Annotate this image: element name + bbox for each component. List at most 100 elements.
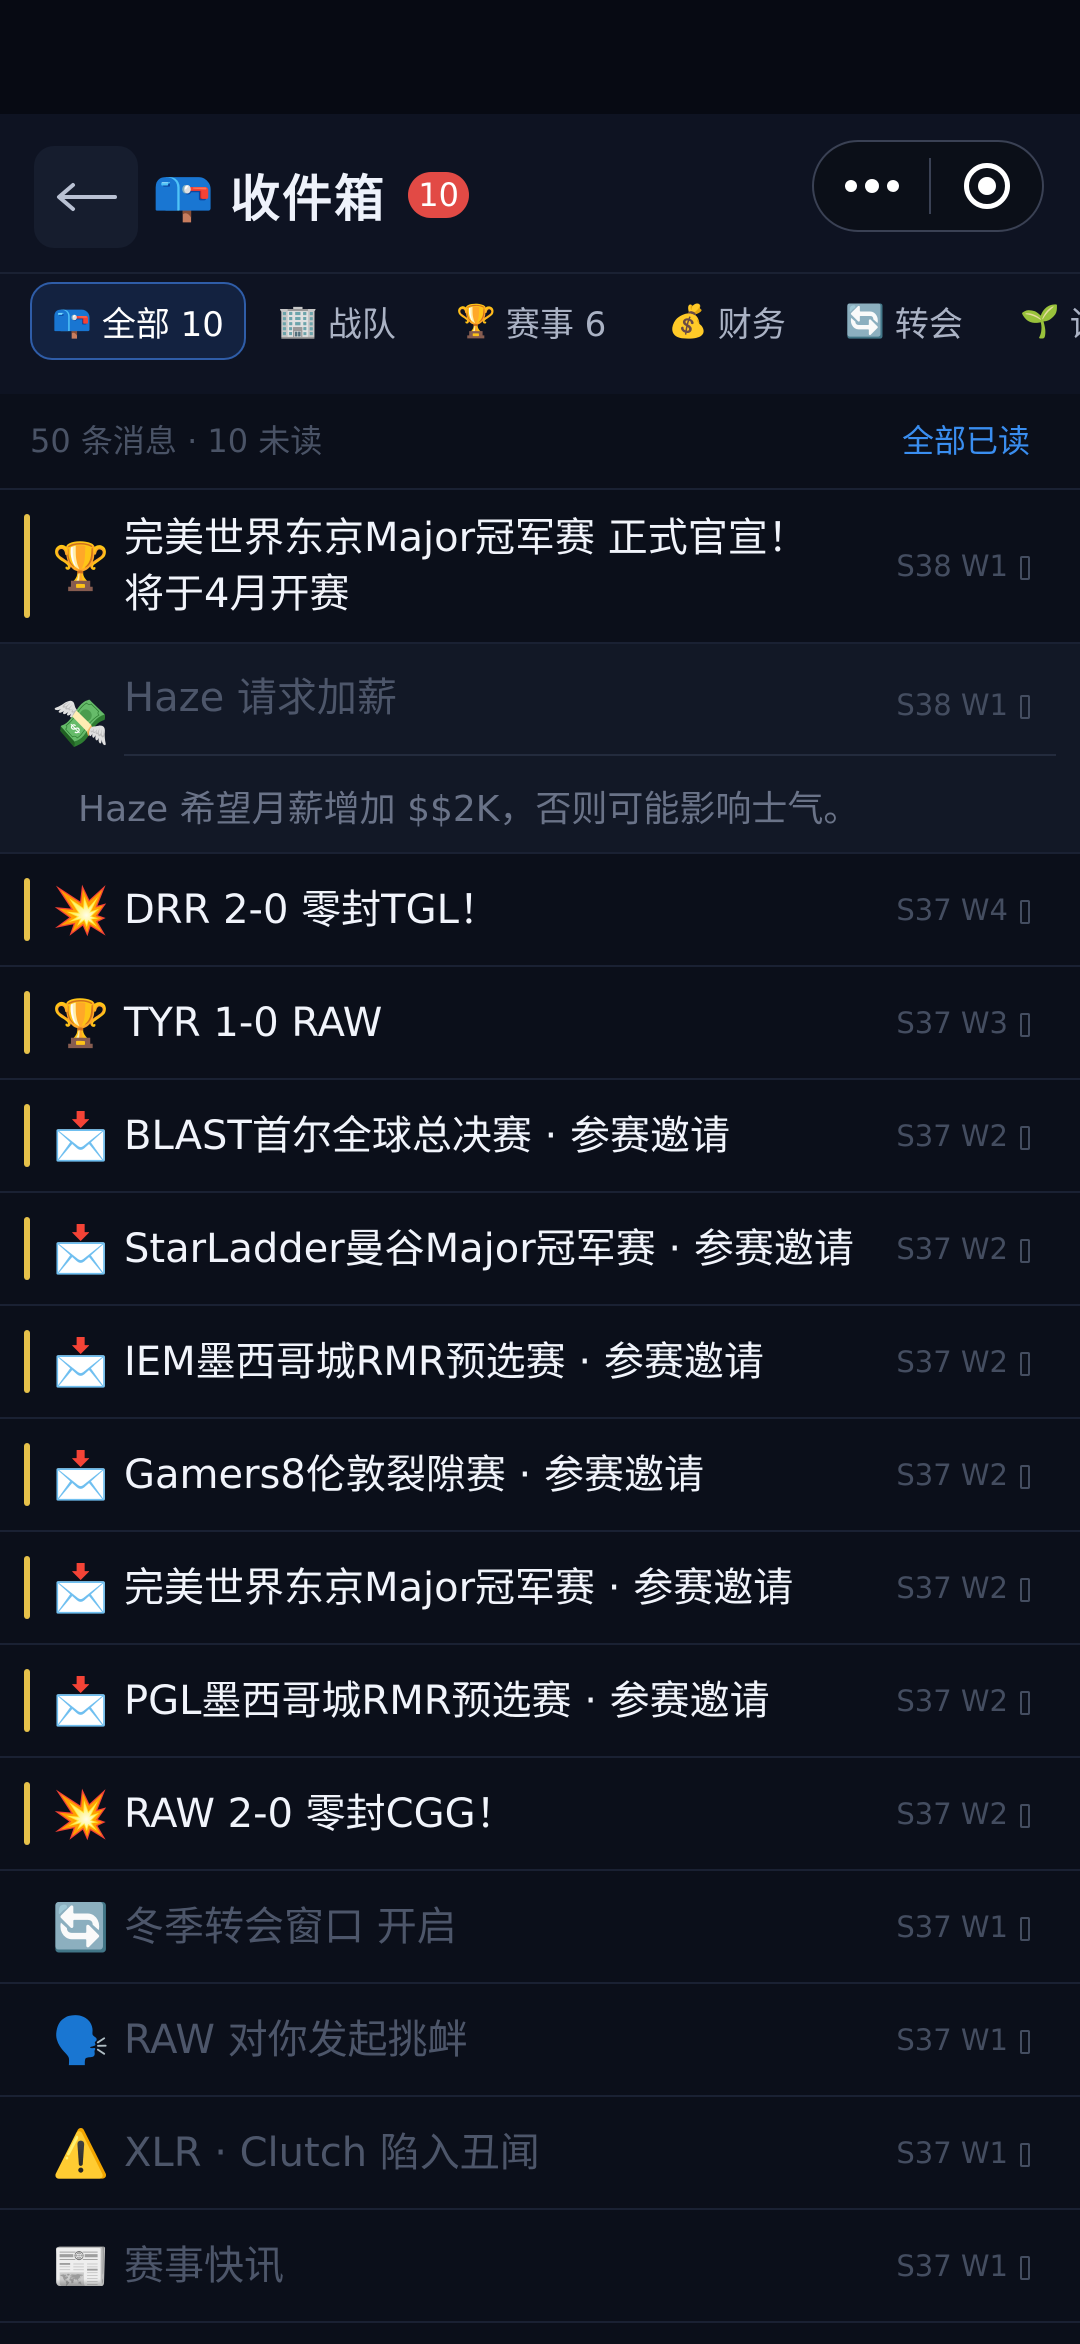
unread-indicator (24, 878, 30, 941)
message-time: S38 W1 (896, 549, 1030, 583)
money-wings-icon: 💸 (52, 696, 110, 750)
message-row[interactable]: 📩 IEM墨西哥城RMR预选赛 · 参赛邀请 S37 W2 (0, 1306, 1080, 1419)
message-title: Gamers8伦敦裂隙赛 · 参赛邀请 (124, 1451, 704, 1498)
message-row[interactable]: 📩 PGL墨西哥城RMR预选赛 · 参赛邀请 S37 W2 (0, 1645, 1080, 1758)
more-dot-icon (886, 180, 899, 192)
tab-label: 全部 10 (101, 304, 224, 345)
message-row[interactable]: 📩 BLAST首尔全球总决赛 · 参赛邀请 S37 W2 (0, 1080, 1080, 1193)
message-title: Haze 请求加薪 (124, 675, 397, 721)
message-detail: Haze 希望月薪增加 $$2K，否则可能影响士气。 (78, 789, 860, 830)
message-row[interactable]: 📩 完美世界东京Major冠军赛 · 参赛邀请 S37 W2 (0, 1532, 1080, 1645)
message-row[interactable]: 🔄 冬季转会窗口 开启 S37 W1 (0, 1871, 1080, 1984)
message-row-expanded[interactable]: 💸 Haze 请求加薪 S38 W1 Haze 希望月薪增加 $$2K，否则可能… (0, 644, 1080, 854)
message-time: S37 W4 (896, 893, 1030, 927)
tab-label: 赛事 6 (505, 304, 607, 345)
category-tabs: 📪 全部 10 🏢 战队 🏆 赛事 6 💰 财务 🔄 转会 🌱 训 (0, 274, 1080, 394)
message-time: S37 W1 (896, 1910, 1030, 1944)
divider (124, 754, 1056, 756)
speaking-head-icon: 🗣️ (52, 2012, 110, 2067)
envelope-arrow-icon: 📩 (52, 1221, 110, 1276)
message-title: RAW 2-0 零封CGG！ (124, 1790, 516, 1837)
chevron-icon (1020, 1238, 1030, 1263)
message-title: IEM墨西哥城RMR预选赛 · 参赛邀请 (124, 1338, 764, 1385)
unread-indicator (24, 1330, 30, 1393)
tab-transfer[interactable]: 🔄 转会 (845, 282, 963, 360)
tab-events[interactable]: 🏆 赛事 6 (456, 282, 606, 360)
refresh-icon: 🔄 (845, 302, 885, 340)
message-row[interactable]: 🏆 TYR 1-0 RAW S37 W3 (0, 967, 1080, 1080)
message-time: S37 W2 (896, 1119, 1030, 1153)
unread-indicator (24, 991, 30, 1054)
message-time: S37 W1 (896, 2023, 1030, 2057)
chevron-icon (1020, 1803, 1030, 1828)
explosion-icon: 💥 (52, 882, 110, 937)
message-title: DRR 2-0 零封TGL！ (124, 886, 499, 933)
page-title-group: 📪 收件箱 10 (152, 160, 469, 230)
chevron-icon (1020, 1125, 1030, 1150)
unread-indicator (24, 1556, 30, 1619)
chevron-icon (1020, 899, 1030, 924)
message-time: S37 W2 (896, 1684, 1030, 1718)
unread-indicator (24, 1217, 30, 1280)
chevron-icon (1020, 1464, 1030, 1489)
message-row[interactable]: 🗣️ RAW 对你发起挑衅 S37 W1 (0, 1984, 1080, 2097)
mark-all-read-button[interactable]: 全部已读 (902, 416, 1030, 462)
message-time: S37 W2 (896, 1232, 1030, 1266)
chevron-icon (1020, 1012, 1030, 1037)
message-row[interactable]: 🏆 完美世界东京Major冠军赛 正式官宣！将于4月开赛 S38 W1 (0, 490, 1080, 644)
message-title: RAW 对你发起挑衅 (124, 2016, 468, 2063)
close-miniprogram-button[interactable] (931, 142, 1042, 230)
tab-team[interactable]: 🏢 战队 (278, 282, 396, 360)
message-row[interactable]: 📩 StarLadder曼谷Major冠军赛 · 参赛邀请 S37 W2 (0, 1193, 1080, 1306)
more-dot-icon (844, 180, 857, 192)
chevron-icon (1020, 1690, 1030, 1715)
message-row[interactable]: 💥 DRR 2-0 零封TGL！ S37 W4 (0, 854, 1080, 967)
envelope-arrow-icon: 📩 (52, 1560, 110, 1615)
nav-header: 📪 收件箱 10 (0, 114, 1080, 274)
message-time: S37 W2 (896, 1458, 1030, 1492)
message-title: BLAST首尔全球总决赛 · 参赛邀请 (124, 1112, 730, 1159)
explosion-icon: 💥 (52, 1786, 110, 1841)
message-title: 冬季转会窗口 开启 (124, 1903, 457, 1950)
unread-indicator (24, 1443, 30, 1506)
message-row[interactable]: 📰 赛事快讯 S37 W1 (0, 2210, 1080, 2323)
envelope-arrow-icon: 📩 (52, 1108, 110, 1163)
message-time: S37 W2 (896, 1797, 1030, 1831)
mailbox-icon: 📪 (52, 302, 92, 340)
back-button[interactable] (34, 146, 138, 248)
page-title: 收件箱 (230, 170, 387, 228)
message-title: TYR 1-0 RAW (124, 999, 383, 1046)
tab-all[interactable]: 📪 全部 10 (30, 282, 246, 360)
unread-badge: 10 (408, 172, 469, 218)
unread-indicator (24, 1104, 30, 1167)
more-menu-button[interactable] (814, 142, 929, 230)
chevron-icon (1020, 1351, 1030, 1376)
inbox-summary: 50 条消息 · 10 未读 全部已读 (0, 394, 1080, 490)
message-title: PGL墨西哥城RMR预选赛 · 参赛邀请 (124, 1677, 770, 1724)
envelope-arrow-icon: 📩 (52, 1673, 110, 1728)
message-row[interactable]: 📩 Gamers8伦敦裂隙赛 · 参赛邀请 S37 W2 (0, 1419, 1080, 1532)
message-time: S37 W1 (896, 2136, 1030, 2170)
mailbox-icon: 📪 (152, 166, 215, 224)
tab-finance[interactable]: 💰 财务 (668, 282, 786, 360)
message-row[interactable]: ⚠️ XLR · Clutch 陷入丑闻 S37 W1 (0, 2097, 1080, 2210)
message-time: S37 W2 (896, 1345, 1030, 1379)
message-row[interactable]: 💥 RAW 2-0 零封CGG！ S37 W2 (0, 1758, 1080, 1871)
chevron-icon (1020, 2029, 1030, 2054)
unread-indicator (24, 1669, 30, 1732)
message-time: S37 W2 (896, 1571, 1030, 1605)
chevron-icon (1020, 556, 1030, 580)
message-time: S37 W1 (896, 2249, 1030, 2283)
office-building-icon: 🏢 (278, 302, 318, 340)
trophy-icon: 🏆 (456, 302, 496, 340)
unread-indicator (24, 514, 30, 618)
message-title: XLR · Clutch 陷入丑闻 (124, 2129, 540, 2176)
tab-training[interactable]: 🌱 训 (1020, 282, 1080, 360)
trophy-icon: 🏆 (52, 995, 110, 1050)
message-time: S38 W1 (896, 688, 1030, 722)
tab-label: 财务 (717, 304, 786, 345)
chevron-icon (1020, 2142, 1030, 2167)
arrow-left-icon (57, 183, 117, 211)
chevron-icon (1020, 1916, 1030, 1941)
target-icon (963, 163, 1010, 209)
